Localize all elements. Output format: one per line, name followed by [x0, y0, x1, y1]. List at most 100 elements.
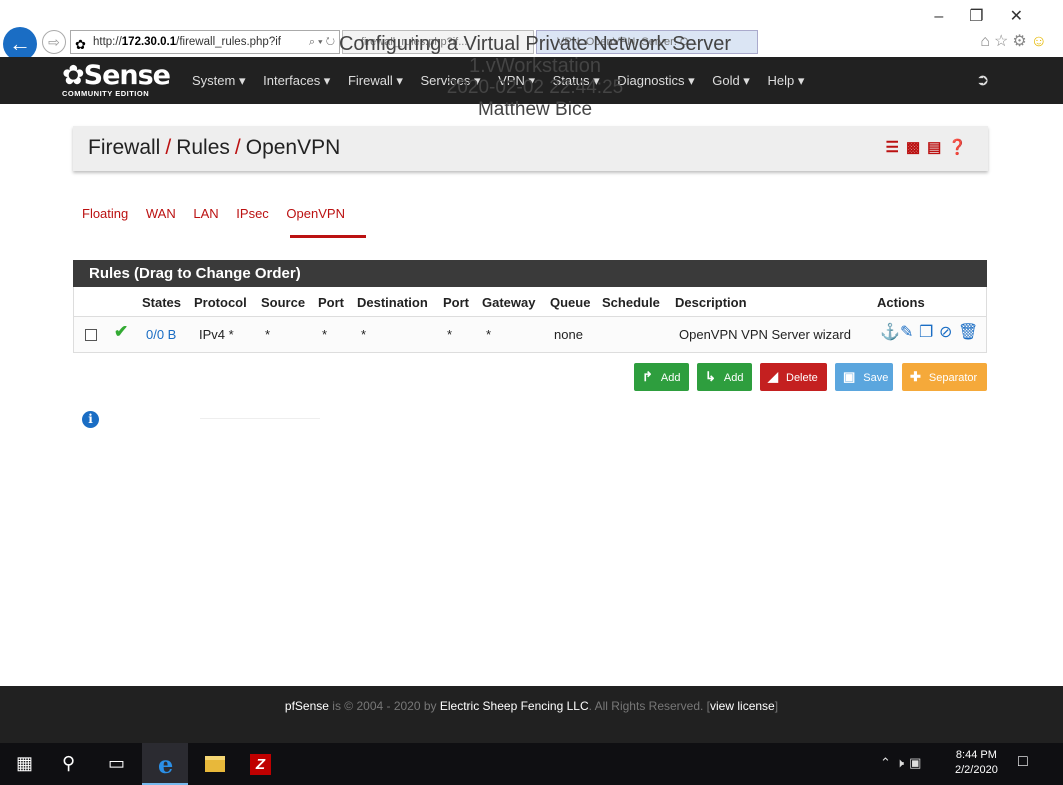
breadcrumb: Firewall / Rules / OpenVPN: [88, 136, 340, 160]
help-question-icon[interactable]: ❓: [948, 139, 974, 156]
notification-icon[interactable]: □: [1018, 753, 1028, 771]
add-rule-bottom-button[interactable]: ↳ Add: [697, 363, 752, 391]
bar-chart-icon[interactable]: ▩: [906, 139, 927, 156]
menu-interfaces[interactable]: Interfaces ▾: [263, 73, 330, 88]
browser-tab-firewall[interactable]: firewall_rules.php?if...: [342, 30, 534, 54]
url-host: 172.30.0.1: [121, 36, 177, 48]
col-protocol: Protocol: [194, 295, 247, 310]
window-controls[interactable]: –❐✕: [934, 6, 1049, 26]
system-tray[interactable]: ⌃🕨▣: [880, 755, 926, 771]
tab-wan[interactable]: WAN: [146, 206, 176, 221]
breadcrumb-firewall[interactable]: Firewall: [88, 136, 160, 159]
logout-icon[interactable]: ➲: [976, 70, 989, 90]
col-source: Source: [261, 295, 306, 310]
file-explorer-icon[interactable]: [205, 756, 225, 772]
logo-subtitle: COMMUNITY EDITION: [62, 89, 150, 98]
restore-icon[interactable]: ❐: [969, 8, 1009, 25]
filezilla-icon[interactable]: Z: [250, 754, 271, 775]
table-row[interactable]: ✔ 0/0 B IPv4 * * * * * * none OpenVPN VP…: [74, 317, 986, 352]
header-shortcut-icons: ☰▩▤❓: [885, 138, 974, 156]
disable-circle-icon[interactable]: ⊘: [939, 322, 952, 342]
task-view-icon[interactable]: ▭: [108, 753, 125, 774]
anchor-move-icon[interactable]: ⚓: [880, 322, 900, 342]
footer-rights: . All Rights Reserved. [: [588, 699, 711, 713]
footer-brand: pfSense: [284, 699, 329, 713]
page-header: Firewall / Rules / OpenVPN ☰▩▤❓: [73, 126, 988, 171]
minimize-icon[interactable]: –: [934, 8, 969, 25]
menu-diagnostics[interactable]: Diagnostics ▾: [617, 73, 694, 88]
close-icon[interactable]: ✕: [1010, 8, 1049, 25]
rule-enabled-check-icon[interactable]: ✔: [114, 322, 128, 342]
forward-arrow-icon[interactable]: ⇨: [42, 30, 66, 54]
copy-icon[interactable]: ❐: [919, 322, 933, 342]
url-path: /firewall_rules.php?if: [176, 36, 281, 48]
tab-ipsec[interactable]: IPsec: [236, 206, 269, 221]
breadcrumb-rules[interactable]: Rules: [176, 136, 230, 159]
menu-firewall[interactable]: Firewall ▾: [348, 73, 403, 88]
settings-gear-icon[interactable]: ⚙: [1012, 33, 1030, 50]
table-header: States Protocol Source Port Destination …: [74, 287, 986, 317]
col-schedule: Schedule: [602, 295, 660, 310]
sliders-icon[interactable]: ☰: [885, 139, 905, 156]
col-states: States: [142, 295, 182, 310]
tab-floating[interactable]: Floating: [82, 206, 128, 221]
favorites-star-icon[interactable]: ☆: [994, 33, 1012, 50]
footer-copyright: is © 2004 - 2020 by: [328, 699, 440, 713]
url-prefix: http://: [93, 36, 122, 48]
address-search-refresh-icons[interactable]: ⌕ ▾ ↻: [309, 31, 335, 53]
search-icon[interactable]: ⚲: [62, 753, 75, 774]
pfsense-favicon-icon: ✿: [75, 37, 86, 52]
menu-services[interactable]: Services ▾: [421, 73, 481, 88]
col-destination: Destination: [357, 295, 428, 310]
clock-time: 8:44 PM: [955, 749, 997, 761]
menu-vpn[interactable]: VPN ▾: [498, 73, 535, 88]
footer-license-link[interactable]: view license: [710, 699, 775, 713]
breadcrumb-separator: /: [165, 136, 172, 159]
windows-start-icon[interactable]: ▦: [16, 753, 33, 774]
home-icon[interactable]: ⌂: [980, 33, 994, 50]
save-button[interactable]: ▣ Save: [835, 363, 893, 391]
windows-taskbar: ▦ ⚲ ▭ e Z ⌃🕨▣ 8:44 PM 2/2/2020 □: [0, 743, 1063, 785]
delete-trash-icon[interactable]: 🗑: [958, 322, 978, 342]
browser-toolbar-icons[interactable]: ⌂☆⚙☺: [980, 31, 1051, 51]
tab-lan[interactable]: LAN: [193, 206, 218, 221]
menu-help[interactable]: Help ▾: [767, 73, 804, 88]
rules-panel-title: Rules (Drag to Change Order): [73, 260, 987, 287]
cell-states[interactable]: 0/0 B: [146, 327, 176, 342]
separator-label: Separator: [928, 372, 978, 384]
active-tab-indicator: [290, 235, 366, 238]
plus-icon: ✚: [910, 369, 921, 384]
breadcrumb-separator: /: [234, 136, 241, 159]
delete-label: Delete: [786, 372, 818, 384]
delete-button[interactable]: ◢ Delete: [760, 363, 827, 391]
back-arrow-icon[interactable]: ←: [3, 27, 37, 61]
trash-icon: ◢: [768, 369, 778, 384]
menu-gold[interactable]: Gold ▾: [712, 73, 750, 88]
separator-button[interactable]: ✚ Separator: [902, 363, 987, 391]
edit-pencil-icon[interactable]: ✎: [900, 322, 913, 342]
col-queue: Queue: [550, 295, 591, 310]
log-list-icon[interactable]: ▤: [927, 139, 948, 156]
feedback-smiley-icon[interactable]: ☺: [1031, 33, 1051, 50]
network-icon[interactable]: ▣: [909, 755, 926, 770]
taskbar-clock[interactable]: 8:44 PM 2/2/2020: [955, 748, 998, 778]
col-gateway: Gateway: [482, 295, 536, 310]
info-icon[interactable]: i: [82, 411, 99, 428]
row-select-checkbox[interactable]: [85, 329, 97, 341]
menu-system[interactable]: System ▾: [192, 73, 245, 88]
save-label: Save: [863, 372, 889, 384]
cell-gateway: *: [486, 327, 492, 342]
arrow-down-icon: ↳: [705, 369, 716, 384]
tab-openvpn[interactable]: OpenVPN: [278, 206, 353, 221]
pfsense-logo[interactable]: ✿Sense COMMUNITY EDITION: [62, 62, 171, 98]
tray-chevron-icon[interactable]: ⌃: [880, 755, 896, 770]
volume-muted-icon[interactable]: 🕨: [896, 755, 909, 770]
address-bar[interactable]: ✿ http://172.30.0.1/firewall_rules.php?if…: [70, 30, 340, 54]
breadcrumb-openvpn: OpenVPN: [245, 136, 341, 159]
col-actions: Actions: [877, 295, 925, 310]
footer-company-link[interactable]: Electric Sheep Fencing LLC: [440, 699, 589, 713]
browser-tab-vpn[interactable]: VPN: OpenVPN: Server: O...: [536, 30, 758, 54]
add-rule-top-button[interactable]: ↱ Add: [634, 363, 689, 391]
menu-status[interactable]: Status ▾: [553, 73, 600, 88]
internet-explorer-icon[interactable]: e: [158, 750, 173, 779]
